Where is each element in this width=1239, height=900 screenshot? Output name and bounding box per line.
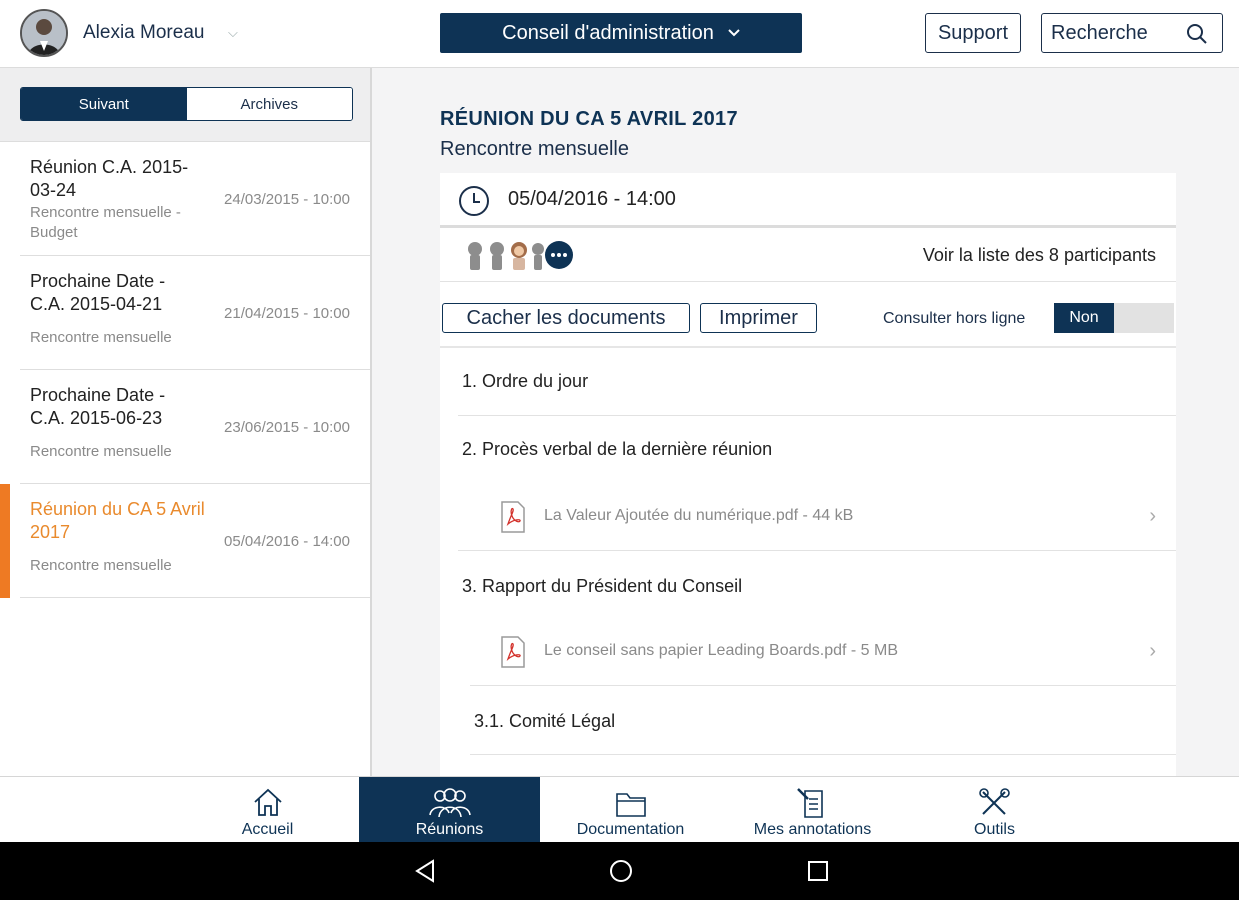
agenda-item-label: 2. Procès verbal de la dernière réunion [462, 439, 773, 459]
tools-icon [978, 788, 1010, 815]
agenda-item-label: 3.1. Comité Légal [474, 711, 616, 731]
pdf-icon [501, 501, 525, 533]
agenda-item[interactable]: 3.1. Comité Légal [470, 687, 1176, 755]
document-row[interactable]: La Valeur Ajoutée du numérique.pdf - 44 … [458, 483, 1176, 551]
participants-avatars [464, 240, 574, 270]
participant-icon [468, 242, 482, 270]
nav-outils[interactable]: Outils [904, 777, 1085, 843]
council-selector-button[interactable]: Conseil d'administration [440, 13, 802, 53]
nav-label: Accueil [241, 821, 294, 838]
recents-icon[interactable] [806, 858, 830, 884]
meeting-item-date: 23/06/2015 - 10:00 [224, 419, 350, 436]
segment-archives[interactable]: Archives [186, 88, 352, 120]
participants-row[interactable]: Voir la liste des 8 participants [440, 229, 1176, 282]
meeting-card: 05/04/2016 - 14:00 Voir la liste des 8 p… [440, 173, 1176, 776]
meeting-list-item[interactable]: Prochaine Date - C.A. 2015-04-21 Rencont… [20, 256, 370, 370]
home-icon [253, 788, 282, 816]
nav-label: Outils [974, 821, 1015, 838]
support-button[interactable]: Support [925, 13, 1021, 53]
segmented-control: Suivant Archives [20, 87, 353, 121]
meeting-list-panel: Suivant Archives Réunion C.A. 2015-03-24… [0, 68, 372, 776]
nav-reunions[interactable]: Réunions [359, 777, 540, 843]
search-label: Recherche [1051, 21, 1148, 44]
support-label: Support [937, 21, 1009, 44]
android-system-bar [0, 842, 1239, 900]
chevron-right-icon: › [1149, 640, 1156, 662]
meeting-item-title: Prochaine Date - C.A. 2015-06-23 [30, 385, 166, 428]
participant-photo-icon [511, 242, 527, 270]
action-row: Cacher les documents Imprimer Consulter … [440, 283, 1176, 348]
meeting-item-date: 21/04/2015 - 10:00 [224, 305, 350, 322]
meeting-list-item-active[interactable]: Réunion du CA 5 Avril 2017 Rencontre men… [20, 484, 370, 598]
nav-mes-annotations[interactable]: Mes annotations [722, 777, 903, 843]
meeting-list-item[interactable]: Réunion C.A. 2015-03-24 Rencontre mensue… [20, 142, 370, 256]
nav-label: Mes annotations [753, 821, 872, 838]
active-item-marker [0, 484, 10, 598]
council-selector-label: Conseil d'administration [502, 21, 714, 44]
offline-toggle-track [1114, 303, 1174, 333]
agenda-item[interactable]: 1. Ordre du jour [458, 349, 1176, 416]
offline-toggle[interactable]: Non [1054, 303, 1174, 333]
meeting-item-subtitle: Rencontre mensuelle [30, 329, 172, 346]
meeting-detail: RÉUNION DU CA 5 AVRIL 2017 Rencontre men… [374, 68, 1239, 776]
pdf-icon [501, 636, 525, 668]
user-name[interactable]: Alexia Moreau [83, 22, 204, 44]
agenda-item[interactable]: 2. Procès verbal de la dernière réunion [458, 417, 1176, 485]
agenda-item-label: 3. Rapport du Président du Conseil [462, 576, 743, 596]
segment-suivant[interactable]: Suivant [21, 88, 187, 120]
nav-accueil[interactable]: Accueil [177, 777, 358, 843]
meeting-datetime: 05/04/2016 - 14:00 [508, 188, 676, 210]
offline-label: Consulter hors ligne [883, 310, 1026, 327]
print-button[interactable]: Imprimer [700, 303, 817, 333]
nav-documentation[interactable]: Documentation [540, 777, 721, 843]
meeting-title: RÉUNION DU CA 5 AVRIL 2017 [440, 108, 738, 130]
hide-documents-button[interactable]: Cacher les documents [442, 303, 690, 333]
top-bar: Alexia Moreau ⌵ Conseil d'administration… [0, 0, 1239, 68]
meeting-item-subtitle: Rencontre mensuelle [30, 443, 172, 460]
chevron-down-icon [728, 29, 740, 37]
nav-label: Réunions [415, 821, 484, 838]
participant-icon [532, 243, 544, 270]
back-icon[interactable] [413, 858, 437, 884]
agenda-item-label: 1. Ordre du jour [462, 371, 589, 391]
participants-link[interactable]: Voir la liste des 8 participants [923, 245, 1156, 266]
meeting-list-item[interactable]: Prochaine Date - C.A. 2015-06-23 Rencont… [20, 370, 370, 484]
segment-bar: Suivant Archives [0, 68, 370, 142]
meeting-item-title: Prochaine Date - C.A. 2015-04-21 [30, 271, 166, 314]
chevron-down-icon[interactable]: ⌵ [228, 25, 238, 41]
meeting-item-date: 05/04/2016 - 14:00 [224, 533, 350, 550]
folder-icon [615, 793, 646, 817]
search-icon [1187, 24, 1207, 44]
document-row[interactable]: Le conseil sans papier Leading Boards.pd… [470, 618, 1176, 686]
agenda-item[interactable]: 3. Rapport du Président du Conseil [458, 552, 1176, 618]
annotation-icon [796, 788, 823, 818]
search-button[interactable]: Recherche [1041, 13, 1223, 53]
nav-label: Documentation [576, 821, 685, 838]
home-circle-icon[interactable] [608, 858, 634, 884]
people-icon [428, 788, 471, 818]
meeting-item-title: Réunion du CA 5 Avril 2017 [30, 499, 205, 542]
offline-toggle-value: Non [1054, 303, 1114, 333]
meeting-item-subtitle: Rencontre mensuelle [30, 557, 172, 574]
datetime-row: 05/04/2016 - 14:00 [440, 173, 1176, 228]
meeting-item-title: Réunion C.A. 2015-03-24 [30, 157, 189, 200]
meeting-subtitle: Rencontre mensuelle [440, 138, 629, 160]
meeting-item-date: 24/03/2015 - 10:00 [224, 191, 350, 208]
clock-icon [459, 186, 489, 216]
participant-icon [490, 242, 504, 270]
document-label: Le conseil sans papier Leading Boards.pd… [544, 642, 898, 659]
more-icon [545, 241, 573, 269]
meeting-item-subtitle: Rencontre mensuelle - Budget [30, 204, 181, 241]
bottom-navigation: Accueil Réunions Documentation Mes annot… [0, 776, 1239, 843]
chevron-right-icon: › [1149, 505, 1156, 527]
document-label: La Valeur Ajoutée du numérique.pdf - 44 … [544, 507, 854, 524]
avatar[interactable] [20, 9, 68, 57]
